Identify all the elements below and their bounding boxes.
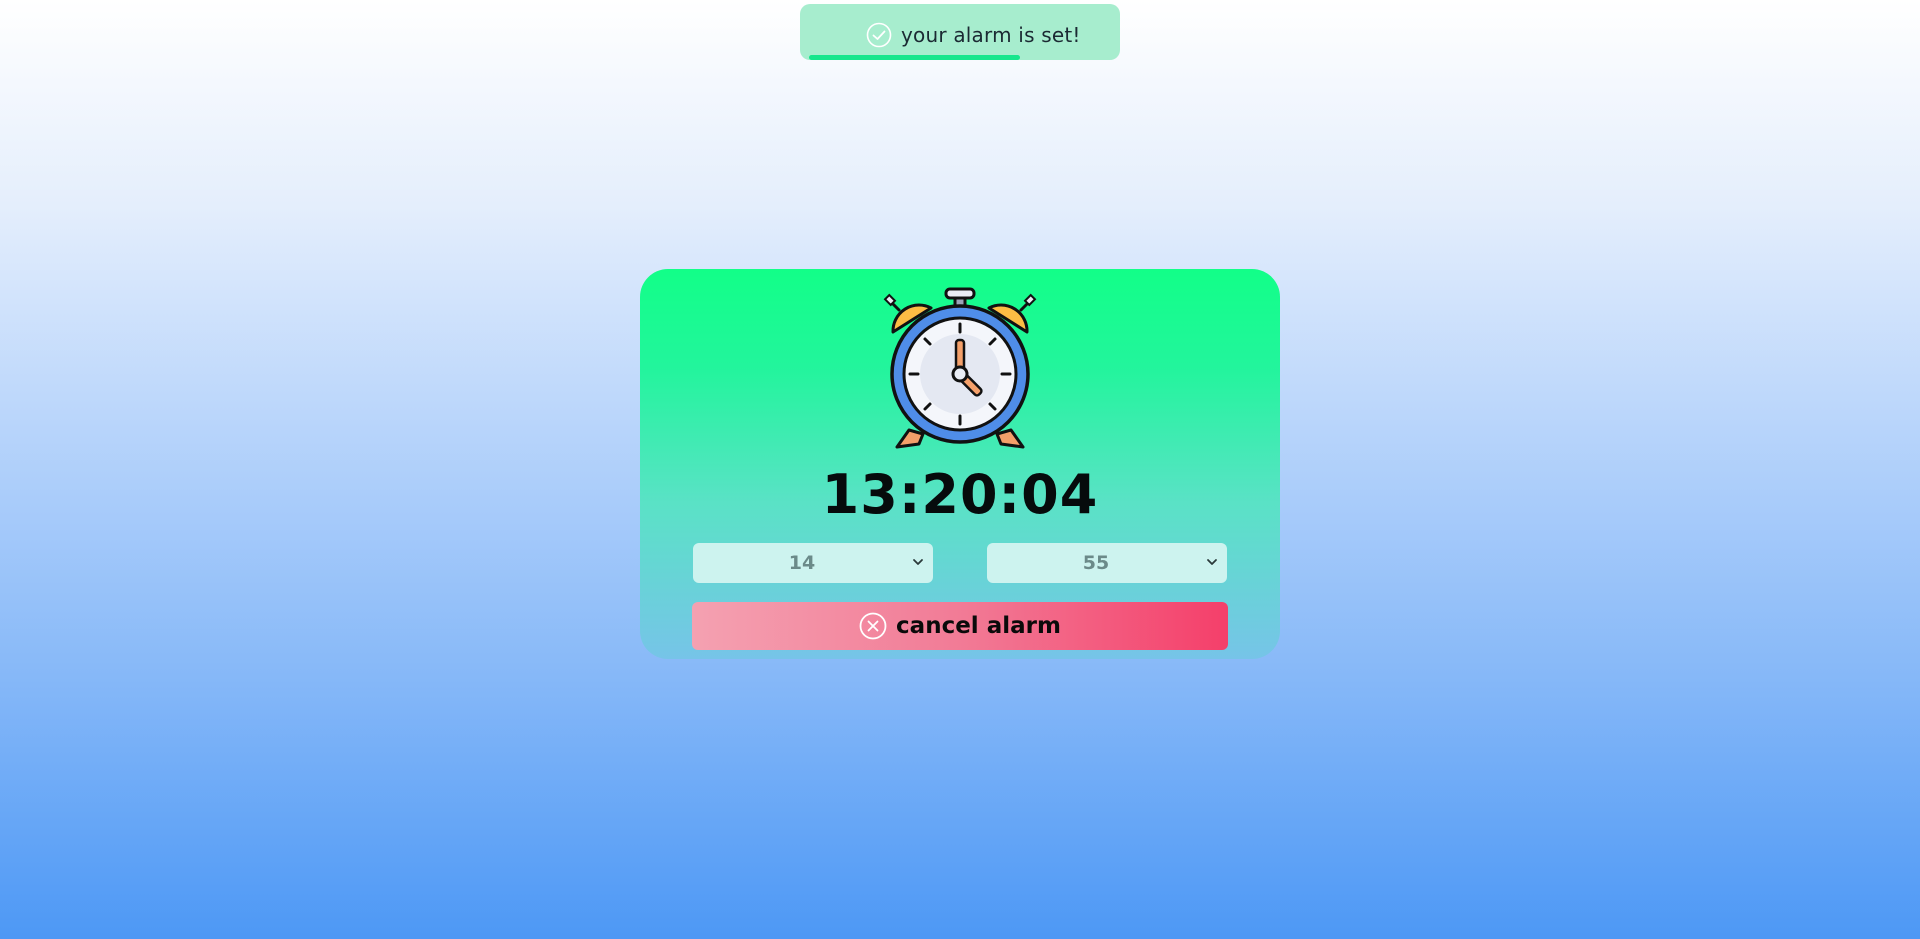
current-time: 13:20:04 — [821, 463, 1099, 526]
toast-progress-bar — [809, 55, 1111, 60]
cancel-alarm-label: cancel alarm — [896, 613, 1061, 639]
minute-select-value: 55 — [1082, 552, 1110, 574]
hour-select[interactable]: 14 — [693, 543, 933, 583]
minute-select[interactable]: 55 — [987, 543, 1227, 583]
check-circle-icon — [866, 22, 892, 48]
hour-select-value: 14 — [788, 552, 816, 574]
close-circle-icon — [859, 612, 887, 640]
cancel-alarm-button[interactable]: cancel alarm — [692, 602, 1228, 650]
chevron-down-icon — [913, 559, 923, 565]
alarm-card: 13:20:04 14 55 cancel alarm — [640, 269, 1280, 659]
chevron-down-icon — [1207, 559, 1217, 565]
alarm-set-toast: your alarm is set! — [800, 4, 1120, 60]
toast-progress-fill — [809, 55, 1021, 60]
toast-content: your alarm is set! — [866, 22, 1081, 48]
toast-message: your alarm is set! — [901, 23, 1081, 47]
alarm-clock-icon — [883, 287, 1037, 449]
